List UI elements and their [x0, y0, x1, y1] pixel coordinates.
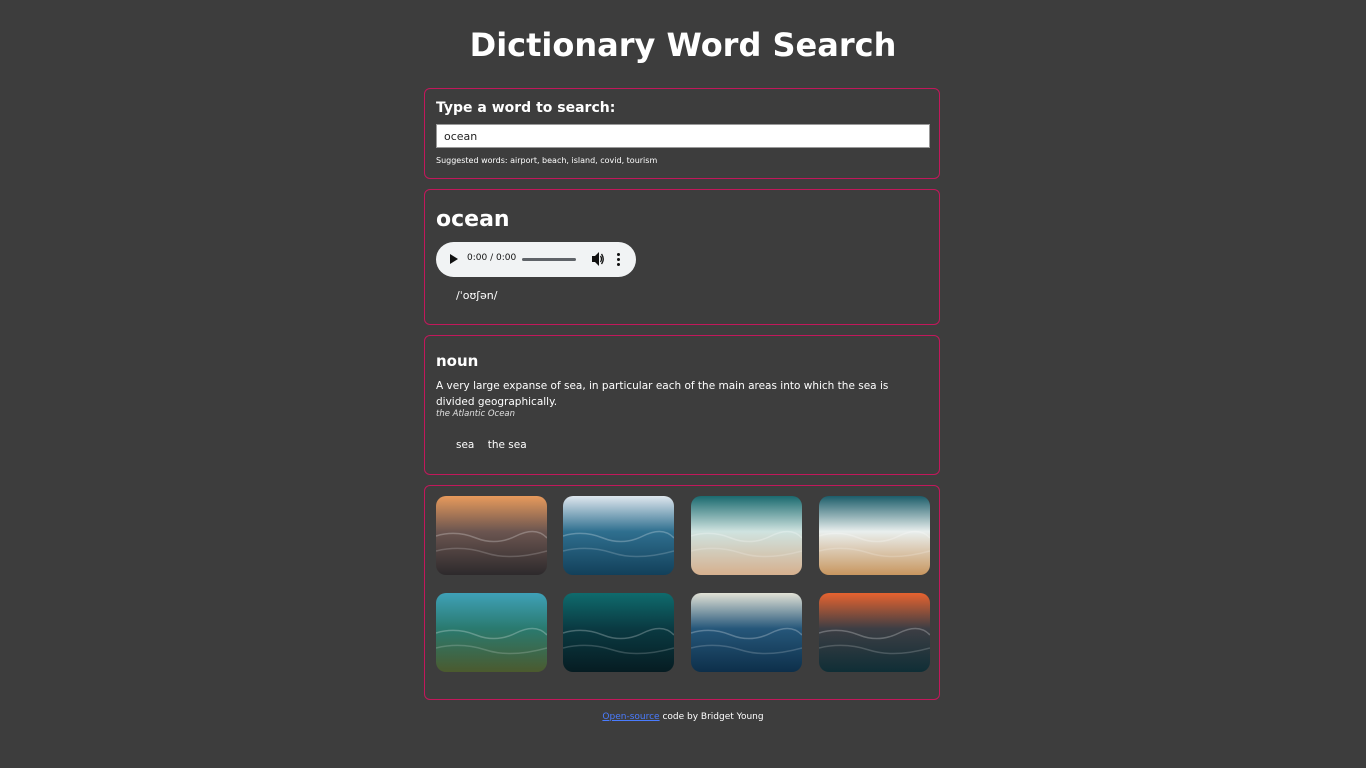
play-icon[interactable] — [450, 254, 458, 264]
more-options-icon[interactable] — [617, 253, 620, 267]
red-sunset-sea-photo — [819, 593, 930, 672]
synonyms: sea the sea — [456, 439, 537, 451]
word-heading: ocean — [436, 207, 510, 232]
photos-card — [424, 485, 940, 700]
meaning-card: noun A very large expanse of sea, in par… — [424, 335, 940, 475]
open-source-link[interactable]: Open-source — [602, 712, 659, 722]
part-of-speech: noun — [436, 352, 479, 370]
stormy-sea-photo — [691, 593, 802, 672]
open-ocean-photo — [563, 496, 674, 575]
definition: A very large expanse of sea, in particul… — [436, 380, 889, 408]
footer: Open-source code by Bridget Young — [0, 712, 1366, 722]
aerial-beach-photo — [819, 496, 930, 575]
underwater-rays-photo — [563, 593, 674, 672]
synonym: the sea — [487, 439, 527, 451]
search-label: Type a word to search: — [436, 100, 616, 116]
search-card: Type a word to search: Suggested words: … — [424, 88, 940, 179]
synonym: sea — [456, 439, 475, 451]
audio-player[interactable]: 0:00 / 0:00 — [436, 242, 636, 277]
aerial-surf-photo — [691, 496, 802, 575]
sea-turtle-photo — [436, 593, 547, 672]
volume-icon[interactable] — [592, 251, 604, 267]
audio-time: 0:00 / 0:00 — [467, 253, 517, 263]
page-title: Dictionary Word Search — [469, 26, 897, 64]
sunset-waves-photo — [436, 496, 547, 575]
word-card: ocean 0:00 / 0:00 /ˈoʊʃən/ — [424, 189, 940, 325]
footer-credit: code by Bridget Young — [659, 712, 764, 722]
search-input[interactable] — [436, 124, 930, 148]
suggested-words: Suggested words: airport, beach, island,… — [436, 156, 658, 165]
phonetic: /ˈoʊʃən/ — [456, 289, 498, 302]
audio-progress-slider[interactable] — [522, 258, 576, 261]
example: the Atlantic Ocean — [436, 409, 516, 419]
